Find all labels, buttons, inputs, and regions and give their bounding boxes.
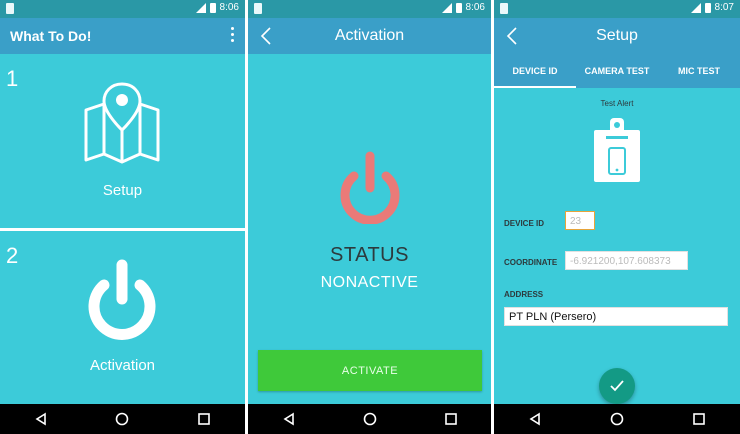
setup-tile[interactable]: 1 Setup xyxy=(0,54,245,228)
nav-home-icon[interactable] xyxy=(363,412,377,426)
tile-number: 1 xyxy=(6,66,19,91)
app-title: What To Do! xyxy=(10,28,92,44)
power-icon xyxy=(88,259,156,340)
screen-title: Activation xyxy=(334,27,405,44)
nav-back-icon[interactable] xyxy=(34,412,48,426)
screen-title: Setup xyxy=(596,27,638,44)
setup-label: Setup xyxy=(102,182,143,199)
home-screen: 8:06 What To Do! 1 Setup 2 Activation xyxy=(0,0,245,434)
coordinate-field[interactable]: -6.921200,107.608373 xyxy=(565,251,688,270)
device-id-field[interactable]: 23 xyxy=(565,211,595,230)
tab-mic-test[interactable]: MIC TEST xyxy=(658,54,740,88)
address-label: ADDRESS xyxy=(504,290,544,299)
device-id-label: DEVICE ID xyxy=(504,219,545,228)
status-value: NONACTIVE xyxy=(320,274,419,291)
app-bar: Setup xyxy=(494,18,740,54)
app-bar: What To Do! xyxy=(0,18,245,54)
system-nav-bar xyxy=(494,404,740,434)
battery-icon xyxy=(209,2,216,13)
power-icon[interactable] xyxy=(338,150,402,224)
signal-icon xyxy=(441,2,452,13)
activate-button[interactable]: ACTIVATE xyxy=(258,350,482,391)
badge-phone-icon[interactable] xyxy=(592,116,642,184)
status-bar: 8:06 xyxy=(0,0,245,18)
nav-back-icon[interactable] xyxy=(528,412,542,426)
system-nav-bar xyxy=(248,404,491,434)
status-time: 8:06 xyxy=(219,2,239,13)
sd-card-icon xyxy=(6,3,14,14)
system-nav-bar xyxy=(0,404,245,434)
test-alert-label[interactable]: Test Alert xyxy=(494,99,740,108)
sd-card-icon xyxy=(500,3,508,14)
nav-home-icon[interactable] xyxy=(115,412,129,426)
setup-screen: 8:07 Setup DEVICE ID CAMERA TEST MIC TES… xyxy=(494,0,740,434)
activation-label: Activation xyxy=(89,357,156,374)
activation-screen: 8:06 Activation STATUS NONACTIVE ACTIVAT… xyxy=(248,0,491,434)
status-time: 8:06 xyxy=(465,2,485,13)
status-bar: 8:07 xyxy=(494,0,740,18)
address-field[interactable]: PT PLN (Persero) xyxy=(504,307,728,326)
status-label: STATUS xyxy=(330,244,409,266)
tab-bar: DEVICE ID CAMERA TEST MIC TEST xyxy=(494,54,740,88)
app-bar: Activation xyxy=(248,18,491,54)
battery-icon xyxy=(455,2,462,13)
tab-camera-test[interactable]: CAMERA TEST xyxy=(576,54,658,88)
nav-back-icon[interactable] xyxy=(282,412,296,426)
signal-icon xyxy=(195,2,206,13)
nav-home-icon[interactable] xyxy=(610,412,624,426)
nav-recents-icon[interactable] xyxy=(197,412,211,426)
status-bar: 8:06 xyxy=(248,0,491,18)
coordinate-label: COORDINATE xyxy=(504,258,558,267)
nav-recents-icon[interactable] xyxy=(692,412,706,426)
confirm-button[interactable] xyxy=(599,368,635,404)
map-pin-icon xyxy=(84,82,160,164)
nav-recents-icon[interactable] xyxy=(444,412,458,426)
status-time: 8:07 xyxy=(714,2,734,13)
check-icon xyxy=(610,380,624,392)
tab-device-id[interactable]: DEVICE ID xyxy=(494,54,576,88)
battery-icon xyxy=(704,2,711,13)
signal-icon xyxy=(690,2,701,13)
tile-number: 2 xyxy=(6,243,19,268)
overflow-menu-icon[interactable] xyxy=(231,27,235,45)
activation-tile[interactable]: 2 Activation xyxy=(0,231,245,404)
sd-card-icon xyxy=(254,3,262,14)
